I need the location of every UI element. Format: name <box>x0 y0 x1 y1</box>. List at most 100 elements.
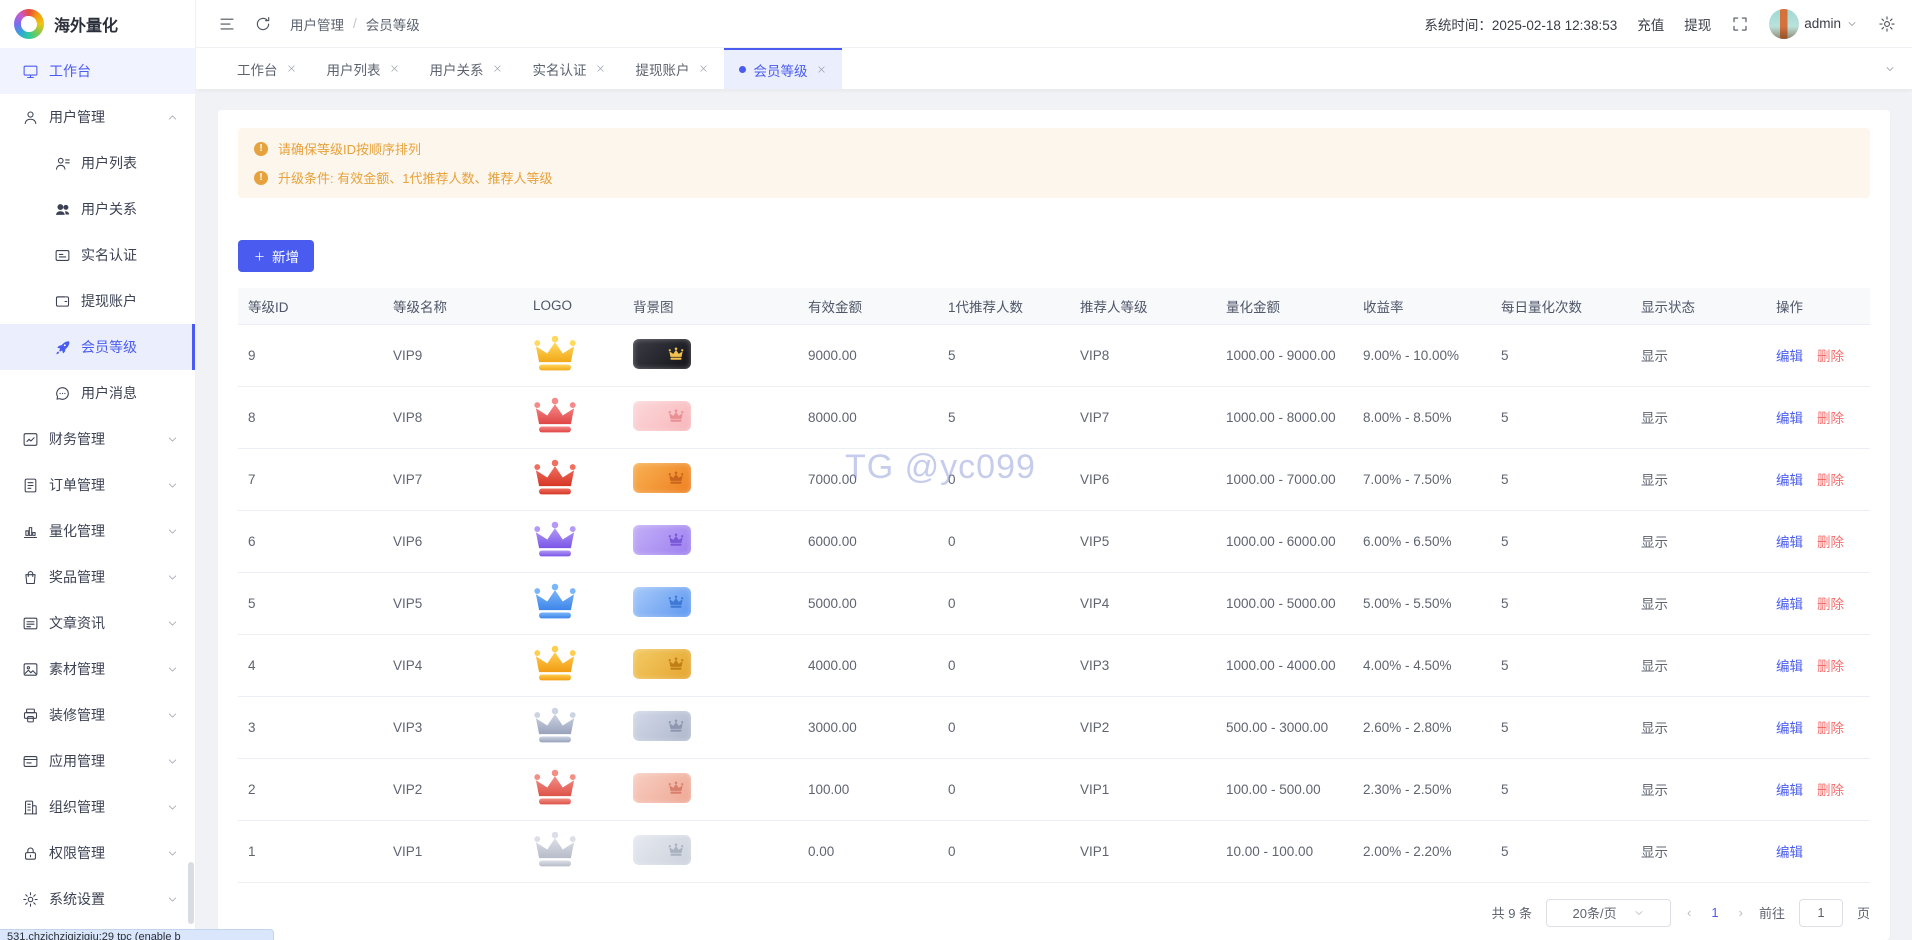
edit-link[interactable]: 编辑 <box>1776 783 1803 798</box>
delete-link[interactable]: 删除 <box>1817 349 1844 364</box>
level-name-cell: VIP7 <box>383 448 523 510</box>
tab-close-icon[interactable] <box>816 64 827 75</box>
sidebar-item-19[interactable]: 系统设置 <box>0 876 195 922</box>
goto-page-input[interactable] <box>1799 899 1843 927</box>
system-time: 系统时间：2025-02-18 12:38:53 <box>1424 14 1617 34</box>
breadcrumb-item[interactable]: 用户管理 <box>290 14 344 34</box>
sidebar-item-1[interactable]: 工作台 <box>0 48 195 94</box>
recharge-button[interactable]: 充值 <box>1637 14 1664 34</box>
sidebar-item-9[interactable]: 财务管理 <box>0 416 195 462</box>
media-icon <box>22 661 39 678</box>
sidebar-item-5[interactable]: 实名认证 <box>0 232 195 278</box>
actions-cell: 编辑删除 <box>1766 572 1870 634</box>
tab-2[interactable]: 用户列表 <box>312 48 415 89</box>
quant-amount-cell: 1000.00 - 9000.00 <box>1216 324 1353 386</box>
tab-1[interactable]: 工作台 <box>222 48 312 89</box>
tabs-chevron-down-icon[interactable] <box>1868 62 1912 76</box>
status-text: 显示 <box>1631 820 1766 882</box>
actions-cell: 编辑 <box>1766 820 1870 882</box>
fullscreen-icon[interactable] <box>1731 15 1749 33</box>
daily-times-cell: 5 <box>1491 758 1631 820</box>
edit-link[interactable]: 编辑 <box>1776 473 1803 488</box>
sidebar-item-10[interactable]: 订单管理 <box>0 462 195 508</box>
sidebar-item-6[interactable]: 提现账户 <box>0 278 195 324</box>
rate-cell: 2.30% - 2.50% <box>1353 758 1491 820</box>
rate-cell: 2.00% - 2.20% <box>1353 820 1491 882</box>
tab-5[interactable]: 提现账户 <box>621 48 724 89</box>
delete-link[interactable]: 删除 <box>1817 411 1844 426</box>
tab-6[interactable]: 会员等级 <box>724 48 842 89</box>
table-row: 8VIP88000.005VIP71000.00 - 8000.008.00% … <box>238 386 1870 448</box>
edit-link[interactable]: 编辑 <box>1776 535 1803 550</box>
refresh-icon[interactable] <box>254 15 272 33</box>
tab-close-icon[interactable] <box>595 63 606 74</box>
system-time-value: 2025-02-18 12:38:53 <box>1492 18 1617 33</box>
valid-amount-cell: 9000.00 <box>798 324 938 386</box>
delete-link[interactable]: 删除 <box>1817 659 1844 674</box>
sidebar-item-4[interactable]: 用户关系 <box>0 186 195 232</box>
prize-icon <box>22 569 39 586</box>
tab-close-icon[interactable] <box>389 63 400 74</box>
topbar: 用户管理 / 会员等级 系统时间：2025-02-18 12:38:53 充值 … <box>196 0 1912 48</box>
gear-icon[interactable] <box>1878 15 1896 33</box>
column-header: 量化金额 <box>1216 288 1353 324</box>
background-image-cell <box>623 386 798 448</box>
prev-page-button[interactable]: ‹ <box>1685 905 1693 920</box>
sidebar-item-16[interactable]: 应用管理 <box>0 738 195 784</box>
sidebar-scrollbar[interactable] <box>188 862 194 924</box>
sidebar-item-12[interactable]: 奖品管理 <box>0 554 195 600</box>
plus-icon <box>253 250 266 263</box>
sidebar-item-11[interactable]: 量化管理 <box>0 508 195 554</box>
edit-link[interactable]: 编辑 <box>1776 845 1803 860</box>
edit-link[interactable]: 编辑 <box>1776 659 1803 674</box>
next-page-button[interactable]: › <box>1737 905 1745 920</box>
withdraw-button[interactable]: 提现 <box>1684 14 1711 34</box>
crown-logo-icon <box>533 768 577 808</box>
current-page[interactable]: 1 <box>1707 905 1722 920</box>
user-menu[interactable]: admin <box>1769 9 1858 39</box>
sidebar-item-label: 组织管理 <box>49 797 105 817</box>
valid-amount-cell: 100.00 <box>798 758 938 820</box>
sidebar-item-14[interactable]: 素材管理 <box>0 646 195 692</box>
tab-4[interactable]: 实名认证 <box>518 48 621 89</box>
delete-link[interactable]: 删除 <box>1817 783 1844 798</box>
delete-link[interactable]: 删除 <box>1817 473 1844 488</box>
sidebar-item-13[interactable]: 文章资讯 <box>0 600 195 646</box>
brand[interactable]: 海外量化 <box>0 0 195 48</box>
delete-link[interactable]: 删除 <box>1817 535 1844 550</box>
monitor-icon <box>22 63 39 80</box>
avatar[interactable] <box>1769 9 1799 39</box>
gen1-referrals-cell: 0 <box>938 448 1070 510</box>
sidebar-item-15[interactable]: 装修管理 <box>0 692 195 738</box>
page-size-select[interactable]: 20条/页 <box>1546 899 1671 927</box>
add-button[interactable]: 新增 <box>238 240 314 272</box>
sidebar-item-18[interactable]: 权限管理 <box>0 830 195 876</box>
edit-link[interactable]: 编辑 <box>1776 349 1803 364</box>
level-id-cell: 4 <box>238 634 383 696</box>
edit-link[interactable]: 编辑 <box>1776 411 1803 426</box>
delete-link[interactable]: 删除 <box>1817 721 1844 736</box>
lock-icon <box>22 845 39 862</box>
tab-close-icon[interactable] <box>492 63 503 74</box>
collapse-menu-icon[interactable] <box>218 15 236 33</box>
tab-3[interactable]: 用户关系 <box>415 48 518 89</box>
org-icon <box>22 799 39 816</box>
crown-logo-icon <box>533 520 577 560</box>
edit-link[interactable]: 编辑 <box>1776 721 1803 736</box>
sidebar-item-3[interactable]: 用户列表 <box>0 140 195 186</box>
logo-cell <box>523 572 623 634</box>
level-id-cell: 5 <box>238 572 383 634</box>
edit-link[interactable]: 编辑 <box>1776 597 1803 612</box>
tab-close-icon[interactable] <box>698 63 709 74</box>
sidebar-item-8[interactable]: 用户消息 <box>0 370 195 416</box>
sidebar-item-7[interactable]: 会员等级 <box>0 324 195 370</box>
sidebar-item-17[interactable]: 组织管理 <box>0 784 195 830</box>
sidebar-item-label: 素材管理 <box>49 659 105 679</box>
alert-box: 请确保等级ID按顺序排列 升级条件: 有效金额、1代推荐人数、推荐人等级 <box>238 128 1870 198</box>
delete-link[interactable]: 删除 <box>1817 597 1844 612</box>
sidebar-item-2[interactable]: 用户管理 <box>0 94 195 140</box>
tab-close-icon[interactable] <box>286 63 297 74</box>
quant-amount-cell: 1000.00 - 8000.00 <box>1216 386 1353 448</box>
status-text: 显示 <box>1631 386 1766 448</box>
warning-icon <box>254 142 268 156</box>
